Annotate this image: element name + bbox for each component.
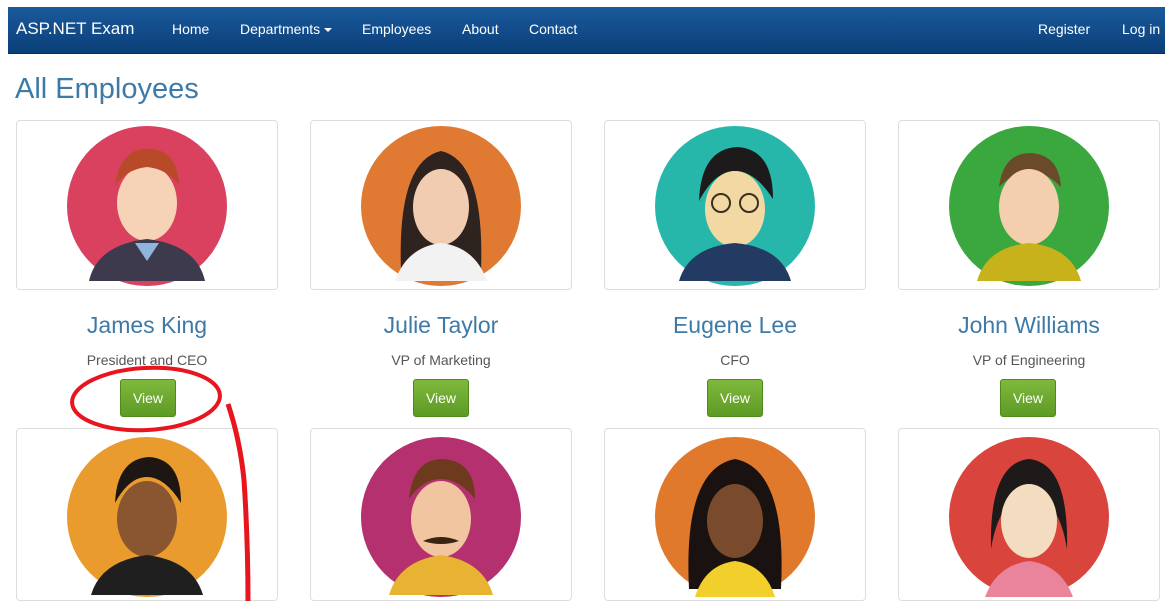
employee-name: Eugene Lee xyxy=(672,312,798,338)
nav-contact[interactable]: Contact xyxy=(529,21,577,37)
nav-departments[interactable]: Departments xyxy=(240,21,333,37)
employee-name: John Williams xyxy=(958,312,1100,338)
brand-link[interactable]: ASP.NET Exam xyxy=(16,19,134,39)
nav-about[interactable]: About xyxy=(462,21,499,37)
avatar xyxy=(361,437,521,597)
employee-title: VP of Engineering xyxy=(972,352,1086,368)
view-button[interactable]: View xyxy=(1000,379,1056,417)
avatar xyxy=(949,126,1109,286)
nav-departments-label: Departments xyxy=(240,21,321,37)
employee-title: President and CEO xyxy=(86,352,208,368)
employee-thumbnail[interactable] xyxy=(16,120,278,290)
navbar: ASP.NET Exam Home Departments Employees … xyxy=(8,7,1165,54)
nav-register[interactable]: Register xyxy=(1038,21,1090,37)
employee-thumbnail[interactable] xyxy=(898,428,1160,601)
nav-employees[interactable]: Employees xyxy=(362,21,431,37)
view-button[interactable]: View xyxy=(120,379,176,417)
avatar xyxy=(949,437,1109,597)
view-button[interactable]: View xyxy=(707,379,763,417)
nav-home[interactable]: Home xyxy=(172,21,209,37)
view-button[interactable]: View xyxy=(413,379,469,417)
employee-name: Julie Taylor xyxy=(383,312,499,338)
employee-title: VP of Marketing xyxy=(391,352,491,368)
nav-login[interactable]: Log in xyxy=(1122,21,1160,37)
employee-thumbnail[interactable] xyxy=(604,120,866,290)
employee-thumbnail[interactable] xyxy=(310,120,572,290)
avatar xyxy=(655,437,815,597)
employee-thumbnail[interactable] xyxy=(604,428,866,601)
avatar xyxy=(655,126,815,286)
caret-down-icon xyxy=(324,28,333,33)
avatar xyxy=(67,126,227,286)
page-title: All Employees xyxy=(15,73,199,105)
employee-thumbnail[interactable] xyxy=(16,428,278,601)
employee-thumbnail[interactable] xyxy=(310,428,572,601)
avatar xyxy=(67,437,227,597)
employee-thumbnail[interactable] xyxy=(898,120,1160,290)
employee-title: CFO xyxy=(720,352,750,368)
employee-name: James King xyxy=(86,312,208,338)
avatar xyxy=(361,126,521,286)
